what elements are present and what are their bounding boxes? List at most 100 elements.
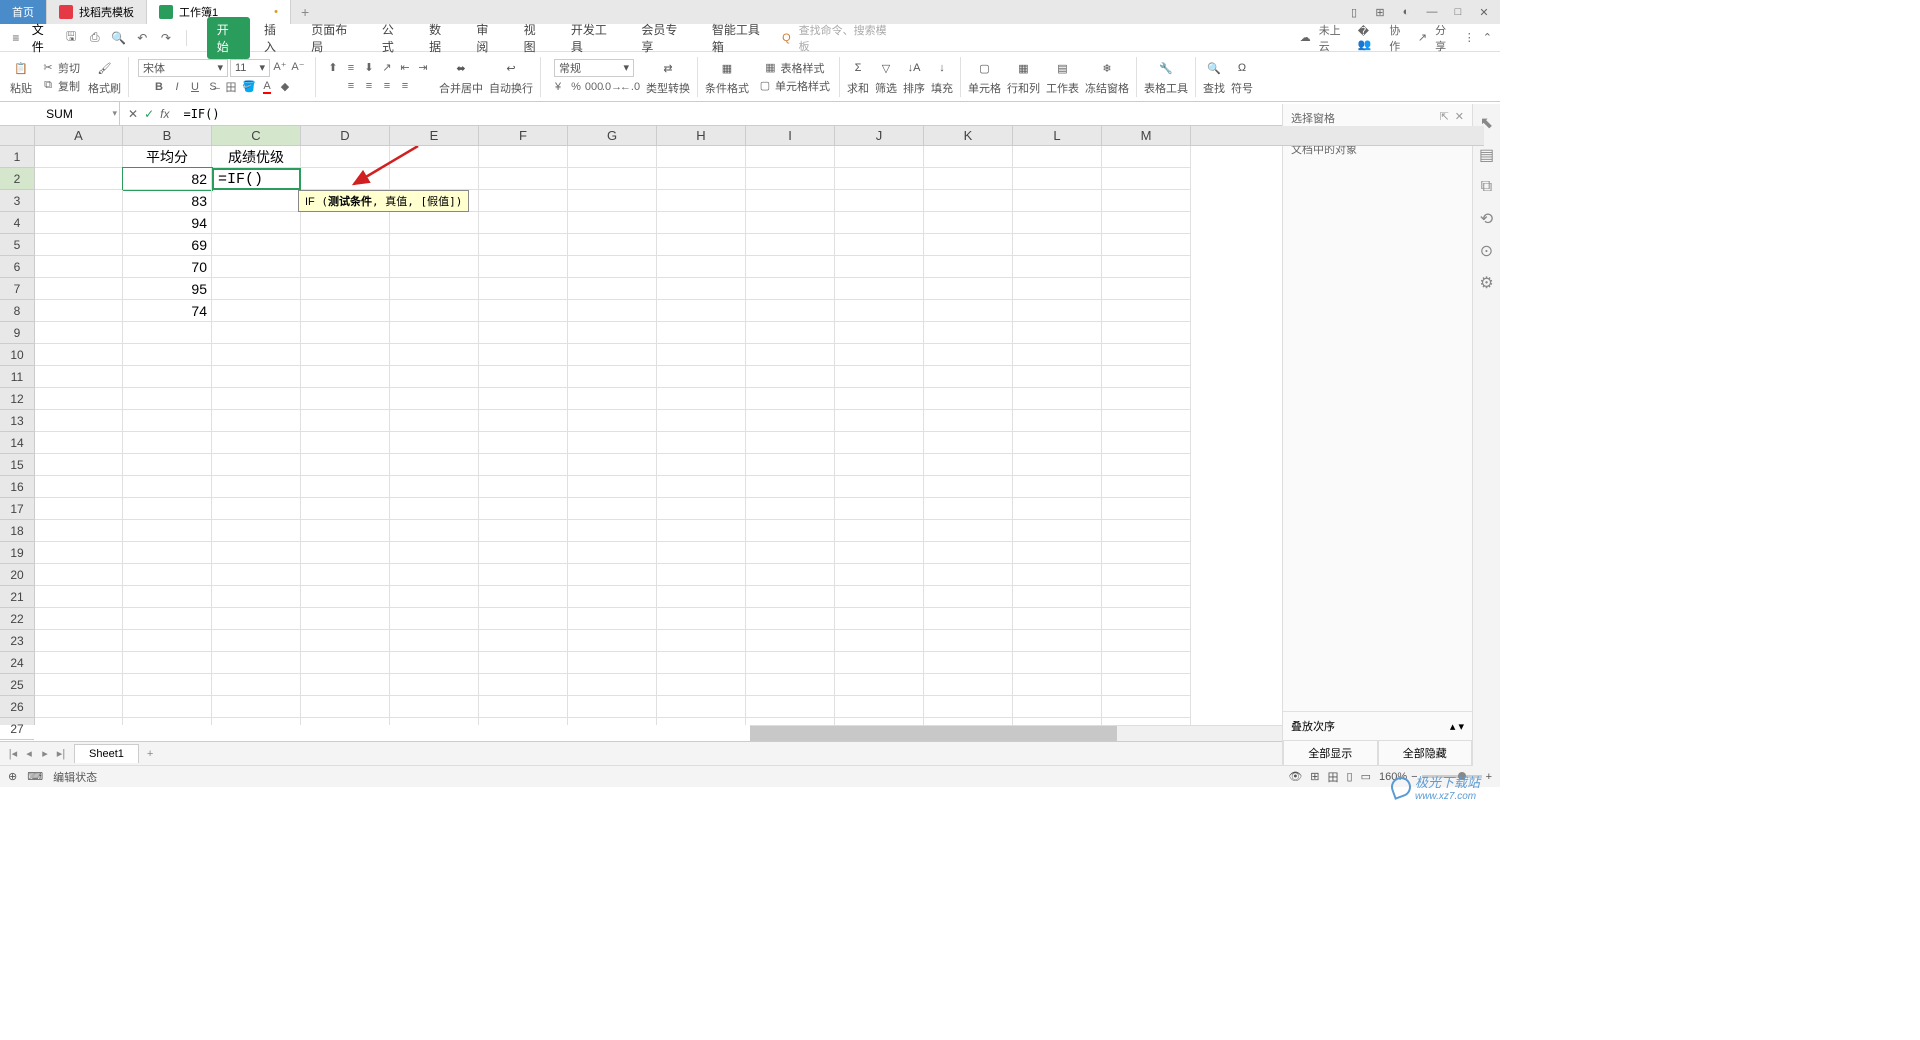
cell-E24[interactable] (390, 652, 479, 674)
row-header-14[interactable]: 14 (0, 432, 34, 454)
cell-B21[interactable] (123, 586, 212, 608)
view-reading-icon[interactable]: ▭ (1361, 770, 1371, 783)
cell-L20[interactable] (1013, 564, 1102, 586)
cell-F5[interactable] (479, 234, 568, 256)
cell-C13[interactable] (212, 410, 301, 432)
cell-A11[interactable] (35, 366, 123, 388)
col-header-J[interactable]: J (835, 126, 924, 145)
cell-M6[interactable] (1102, 256, 1191, 278)
cell-C1[interactable]: 成绩优级 (212, 146, 301, 168)
cell-J3[interactable] (835, 190, 924, 212)
decimal-dec-icon[interactable]: ←.0 (622, 79, 638, 95)
cell-M7[interactable] (1102, 278, 1191, 300)
cell-A9[interactable] (35, 322, 123, 344)
cell-D8[interactable] (301, 300, 390, 322)
cell-D10[interactable] (301, 344, 390, 366)
cancel-formula-icon[interactable]: ✕ (128, 107, 138, 121)
cell-K12[interactable] (924, 388, 1013, 410)
menu-tab-smart[interactable]: 智能工具箱 (702, 17, 780, 59)
close-icon[interactable]: ✕ (1476, 6, 1492, 19)
cell-C20[interactable] (212, 564, 301, 586)
cell-C23[interactable] (212, 630, 301, 652)
col-header-A[interactable]: A (35, 126, 123, 145)
col-header-E[interactable]: E (390, 126, 479, 145)
cell-F2[interactable] (479, 168, 568, 190)
location-icon[interactable]: ⊙ (1478, 242, 1496, 260)
cell-C5[interactable] (212, 234, 301, 256)
cell-G26[interactable] (568, 696, 657, 718)
order-up-icon[interactable]: ▴ (1450, 721, 1456, 733)
cell-J17[interactable] (835, 498, 924, 520)
cell-A23[interactable] (35, 630, 123, 652)
menu-tab-review[interactable]: 审阅 (466, 17, 509, 59)
cell-L11[interactable] (1013, 366, 1102, 388)
cell-M27[interactable] (1102, 718, 1191, 725)
cell-F18[interactable] (479, 520, 568, 542)
row-header-5[interactable]: 5 (0, 234, 34, 256)
cell-F19[interactable] (479, 542, 568, 564)
row-header-10[interactable]: 10 (0, 344, 34, 366)
cell-J21[interactable] (835, 586, 924, 608)
sheet-add[interactable]: + (139, 748, 161, 760)
cell-L22[interactable] (1013, 608, 1102, 630)
filter-button[interactable]: ▽筛选 (873, 55, 899, 98)
cell-B3[interactable]: 83 (123, 190, 212, 212)
cell-G11[interactable] (568, 366, 657, 388)
format-painter-button[interactable]: 🖌格式刷 (86, 55, 123, 98)
cell-K4[interactable] (924, 212, 1013, 234)
cell-J11[interactable] (835, 366, 924, 388)
cell-B13[interactable] (123, 410, 212, 432)
cell-H15[interactable] (657, 454, 746, 476)
menu-tab-formula[interactable]: 公式 (372, 17, 415, 59)
cell-H1[interactable] (657, 146, 746, 168)
undo-icon[interactable]: ↶ (134, 30, 150, 46)
cell-K8[interactable] (924, 300, 1013, 322)
cell-A5[interactable] (35, 234, 123, 256)
cell-B26[interactable] (123, 696, 212, 718)
cell-A24[interactable] (35, 652, 123, 674)
row-header-18[interactable]: 18 (0, 520, 34, 542)
cell-K13[interactable] (924, 410, 1013, 432)
pane-close-icon[interactable]: ✕ (1455, 110, 1464, 126)
cell-J5[interactable] (835, 234, 924, 256)
cell-J27[interactable] (835, 718, 924, 725)
cell-K17[interactable] (924, 498, 1013, 520)
cell-G18[interactable] (568, 520, 657, 542)
cell-M19[interactable] (1102, 542, 1191, 564)
cell-A16[interactable] (35, 476, 123, 498)
menu-tab-data[interactable]: 数据 (419, 17, 462, 59)
cell-G24[interactable] (568, 652, 657, 674)
cell-I20[interactable] (746, 564, 835, 586)
cell-J16[interactable] (835, 476, 924, 498)
copy-icon[interactable]: ⧉ (40, 78, 56, 94)
col-header-M[interactable]: M (1102, 126, 1191, 145)
sheet-tab[interactable]: Sheet1 (74, 744, 139, 763)
cell-I16[interactable] (746, 476, 835, 498)
cell-button[interactable]: ▢单元格 (966, 55, 1003, 98)
align-right-icon[interactable]: ≡ (379, 78, 395, 94)
cell-C22[interactable] (212, 608, 301, 630)
cell-C27[interactable] (212, 718, 301, 725)
more-icon[interactable]: ⋮ (1464, 31, 1475, 44)
cell-A21[interactable] (35, 586, 123, 608)
cell-I14[interactable] (746, 432, 835, 454)
row-header-3[interactable]: 3 (0, 190, 34, 212)
cell-D2[interactable] (301, 168, 390, 190)
cell-F23[interactable] (479, 630, 568, 652)
cell-A25[interactable] (35, 674, 123, 696)
cell-I24[interactable] (746, 652, 835, 674)
cell-H12[interactable] (657, 388, 746, 410)
cell-G3[interactable] (568, 190, 657, 212)
cell-G16[interactable] (568, 476, 657, 498)
justify-icon[interactable]: ≡ (397, 78, 413, 94)
merge-button[interactable]: ⬌合并居中 (437, 55, 485, 98)
cell-B9[interactable] (123, 322, 212, 344)
cell-E16[interactable] (390, 476, 479, 498)
stats-icon[interactable]: ⊞ (1310, 770, 1319, 783)
cell-I26[interactable] (746, 696, 835, 718)
cell-H9[interactable] (657, 322, 746, 344)
cell-H8[interactable] (657, 300, 746, 322)
table-tools-button[interactable]: 🔧表格工具 (1142, 55, 1190, 98)
cell-L9[interactable] (1013, 322, 1102, 344)
order-down-icon[interactable]: ▾ (1458, 721, 1464, 733)
